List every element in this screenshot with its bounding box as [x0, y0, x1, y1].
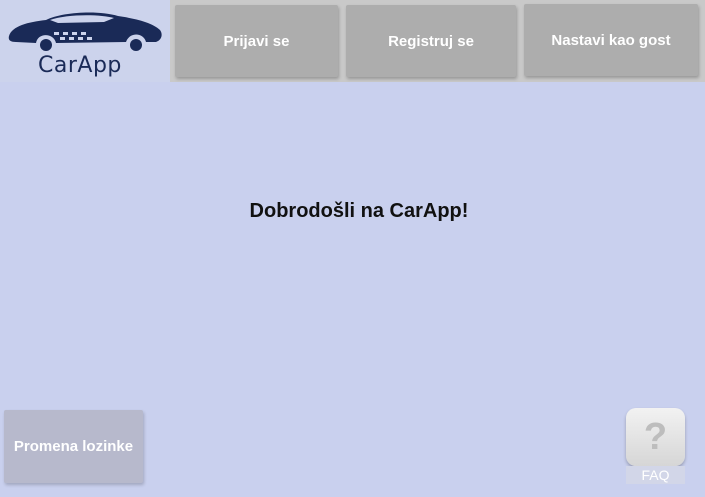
- app-logo: CarApp: [0, 0, 170, 82]
- car-icon: [8, 12, 162, 51]
- faq-label: FAQ: [626, 466, 685, 484]
- change-password-button[interactable]: Promena lozinke: [4, 410, 143, 483]
- login-button[interactable]: Prijavi se: [175, 5, 338, 77]
- question-mark-icon: ?: [626, 408, 685, 466]
- faq-button[interactable]: ? FAQ: [626, 408, 685, 484]
- top-bar: CarApp Prijavi se Registruj se Nastavi k…: [0, 0, 705, 82]
- continue-as-guest-button[interactable]: Nastavi kao gost: [524, 4, 698, 76]
- logo-text: CarApp: [38, 53, 122, 78]
- register-button[interactable]: Registruj se: [346, 5, 516, 77]
- welcome-heading: Dobrodošli na CarApp!: [249, 200, 469, 222]
